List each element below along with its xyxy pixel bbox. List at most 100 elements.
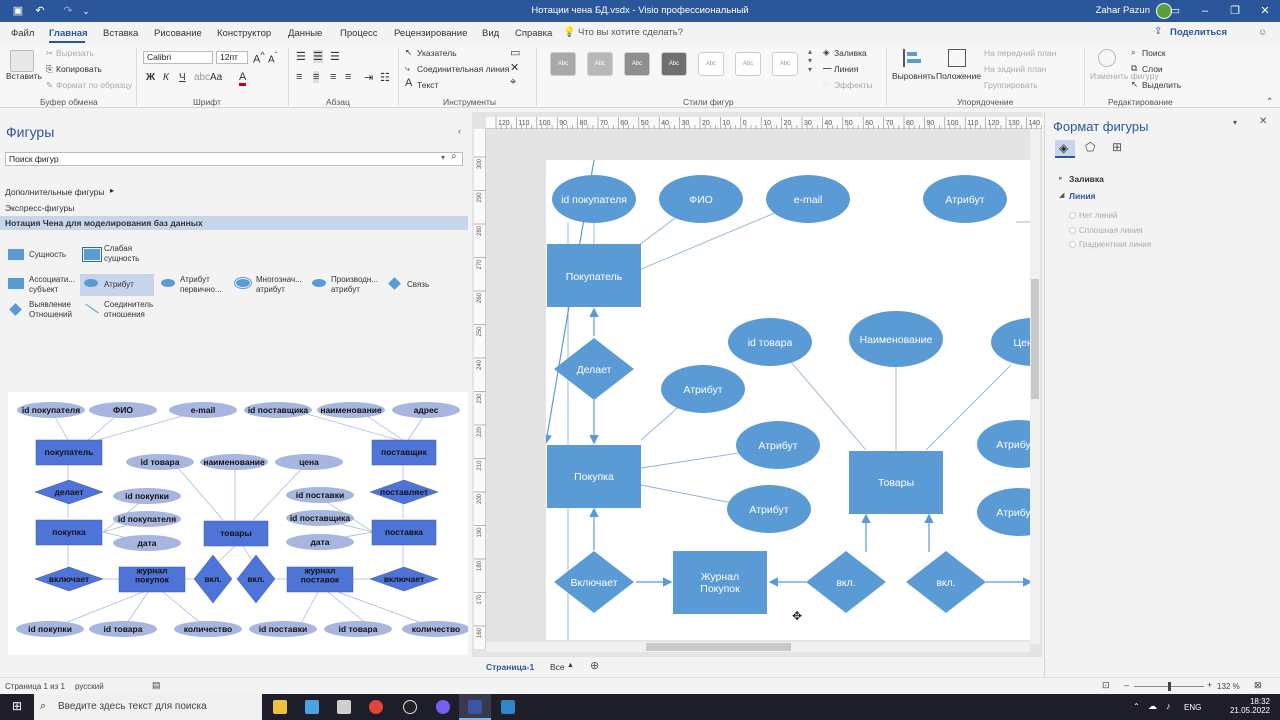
viber-icon[interactable] (427, 694, 459, 720)
cut-button[interactable]: Вырезать (56, 48, 94, 58)
copy-icon[interactable]: ⎘ (46, 64, 53, 75)
pointer-icon[interactable]: ↖ (405, 47, 412, 58)
bold-icon[interactable]: Ж (146, 72, 155, 83)
style-swatch[interactable]: Abc (698, 52, 724, 76)
stencil-item-derived-attribute[interactable]: Производн... атрибут (331, 275, 378, 295)
network-icon[interactable]: ☁ (1148, 701, 1157, 712)
taskbar-app-icon[interactable] (492, 694, 524, 720)
font-name-combo[interactable]: Calibri (143, 51, 213, 64)
close-shape-icon[interactable]: ✕ (510, 61, 519, 74)
keyboard-language[interactable]: ENG (1184, 703, 1201, 712)
group-button[interactable]: Группировать (984, 80, 1038, 90)
ribbon-display-icon[interactable]: ▭ (1160, 0, 1190, 22)
no-line-option[interactable]: Нет линий (1079, 211, 1117, 220)
layers-icon[interactable]: ⧉ (1131, 63, 1137, 74)
effects-icon[interactable]: ◌ (823, 79, 828, 89)
cut-icon[interactable]: ✂ (46, 48, 53, 59)
position-icon[interactable] (948, 49, 966, 67)
select-button[interactable]: Выделить (1142, 80, 1181, 90)
chevron-up-icon[interactable]: ▲ (567, 662, 574, 669)
style-swatch[interactable]: Abc (587, 52, 613, 76)
copy-button[interactable]: Копировать (56, 64, 102, 74)
close-icon[interactable]: ✕ (1259, 116, 1267, 127)
er-diagram[interactable]: id покупателя ФИО e-mail Атрибут id това… (546, 160, 1030, 640)
shrink-font-icon[interactable]: Aˇ (268, 50, 277, 65)
stencil-title[interactable]: Нотация Чена для моделирования баз данны… (0, 216, 468, 230)
add-page-icon[interactable]: ⊕ (590, 659, 599, 672)
horizontal-scrollbar[interactable] (486, 642, 1030, 652)
more-shapes-link[interactable]: Дополнительные фигуры (5, 187, 104, 197)
search-shapes-input[interactable]: Поиск фигур (5, 152, 463, 166)
chevron-down-icon[interactable]: ◢ (1059, 191, 1064, 199)
tab-review[interactable]: Рецензирование (394, 28, 467, 39)
maximize-icon[interactable]: ❐ (1220, 0, 1250, 22)
size-properties-tab-icon[interactable]: ⊞ (1112, 140, 1122, 154)
macro-icon[interactable]: ▤ (152, 680, 161, 691)
search-icon[interactable]: ⌕ (451, 151, 457, 162)
solid-line-option[interactable]: Сплошная линия (1079, 226, 1143, 235)
fill-button[interactable]: Заливка (834, 48, 867, 58)
volume-icon[interactable]: ♪ (1166, 701, 1171, 711)
zoom-level[interactable]: 132 % (1217, 682, 1240, 691)
font-size-combo[interactable]: 12пт (216, 51, 248, 64)
tell-me-input[interactable]: Что вы хотите сделать? (578, 27, 683, 38)
stencil-item-identifying-relationship[interactable]: Выявление Отношений (29, 300, 72, 320)
bullets-icon[interactable]: ☷ (380, 71, 390, 84)
underline-icon[interactable]: Ч (179, 72, 186, 83)
chevron-down-icon[interactable]: ▾ (441, 153, 445, 162)
tray-chevron-icon[interactable]: ⌃ (1133, 702, 1140, 711)
chevron-right-icon[interactable]: ▸ (1059, 174, 1063, 182)
find-button[interactable]: Поиск (1142, 48, 1166, 58)
align-left-icon[interactable]: ≡ (296, 71, 302, 83)
effects-tab-icon[interactable]: ⬠ (1085, 140, 1095, 154)
styles-scroll-icon[interactable]: ▴ ▾ ▾ (808, 47, 812, 74)
align-button[interactable]: Выровнять (892, 71, 935, 81)
paste-button[interactable]: Вставить (6, 71, 42, 81)
drawing-canvas[interactable]: 120 110 100 90 80 70 60 50 40 30 20 10 0 10 20 30 40 50 60… (472, 112, 1043, 657)
align-icon[interactable] (903, 49, 921, 67)
chevron-down-icon[interactable]: ▾ (1233, 118, 1237, 127)
minimize-icon[interactable]: – (1190, 0, 1220, 22)
windows-start-icon[interactable]: ⊞ (12, 699, 22, 713)
taskbar-search-input[interactable]: Введите здесь текст для поиска (34, 694, 262, 720)
stencil-item-attribute[interactable]: Атрибут (104, 280, 134, 290)
share-icon[interactable]: ⇪ (1154, 26, 1162, 37)
stencil-item-entity[interactable]: Сущность (29, 250, 66, 260)
style-swatch[interactable]: Abc (624, 52, 650, 76)
all-pages-tab[interactable]: Все (550, 662, 565, 672)
effects-button[interactable]: Эффекты (834, 80, 873, 90)
stencil-item-associative-entity[interactable]: Ассоциати... субъект (29, 275, 75, 295)
fill-section[interactable]: Заливка (1069, 174, 1104, 184)
clock[interactable]: 18:32 21.05.2022 (1230, 697, 1270, 715)
font-color-icon[interactable]: A (239, 71, 247, 86)
style-swatch[interactable]: Abc (661, 52, 687, 76)
line-icon[interactable]: — (823, 63, 832, 73)
align-center-icon[interactable]: ≡ (313, 71, 320, 83)
position-button[interactable]: Положение (936, 71, 981, 81)
text-tool[interactable]: Текст (417, 80, 438, 90)
tab-help[interactable]: Справка (515, 28, 552, 39)
solid-line-radio[interactable] (1069, 227, 1076, 234)
format-painter-button[interactable]: Формат по образцу (56, 80, 132, 90)
align-middle-icon[interactable]: ☰ (313, 50, 323, 63)
align-bottom-icon[interactable]: ☰ (330, 50, 340, 63)
stencil-item-relationship[interactable]: Связь (407, 280, 429, 290)
select-icon[interactable]: ↖ (1131, 79, 1138, 90)
tab-insert[interactable]: Вставка (103, 28, 138, 39)
connection-point-icon[interactable]: ⌖ (510, 76, 516, 89)
drawing-page[interactable]: id покупателя ФИО e-mail Атрибут id това… (546, 160, 1030, 640)
quick-shapes-link[interactable]: Экспресс-фигуры (5, 203, 74, 213)
line-button[interactable]: Линия (834, 64, 858, 74)
line-section[interactable]: Линия (1069, 191, 1096, 201)
paste-icon[interactable] (10, 50, 34, 72)
no-line-radio[interactable] (1069, 212, 1076, 219)
style-swatch[interactable]: Abc (772, 52, 798, 76)
change-shape-icon[interactable] (1098, 49, 1116, 67)
language-indicator[interactable]: русский (75, 682, 104, 691)
tab-draw[interactable]: Рисование (154, 28, 202, 39)
collapse-ribbon-icon[interactable]: ⌃ (1266, 96, 1273, 107)
find-icon[interactable]: ⌕ (1131, 47, 1136, 58)
connector-icon[interactable]: ⤷ (405, 63, 410, 74)
user-name[interactable]: Zahar Pazun (1096, 5, 1150, 16)
taskbar-app-icon[interactable] (328, 694, 360, 720)
